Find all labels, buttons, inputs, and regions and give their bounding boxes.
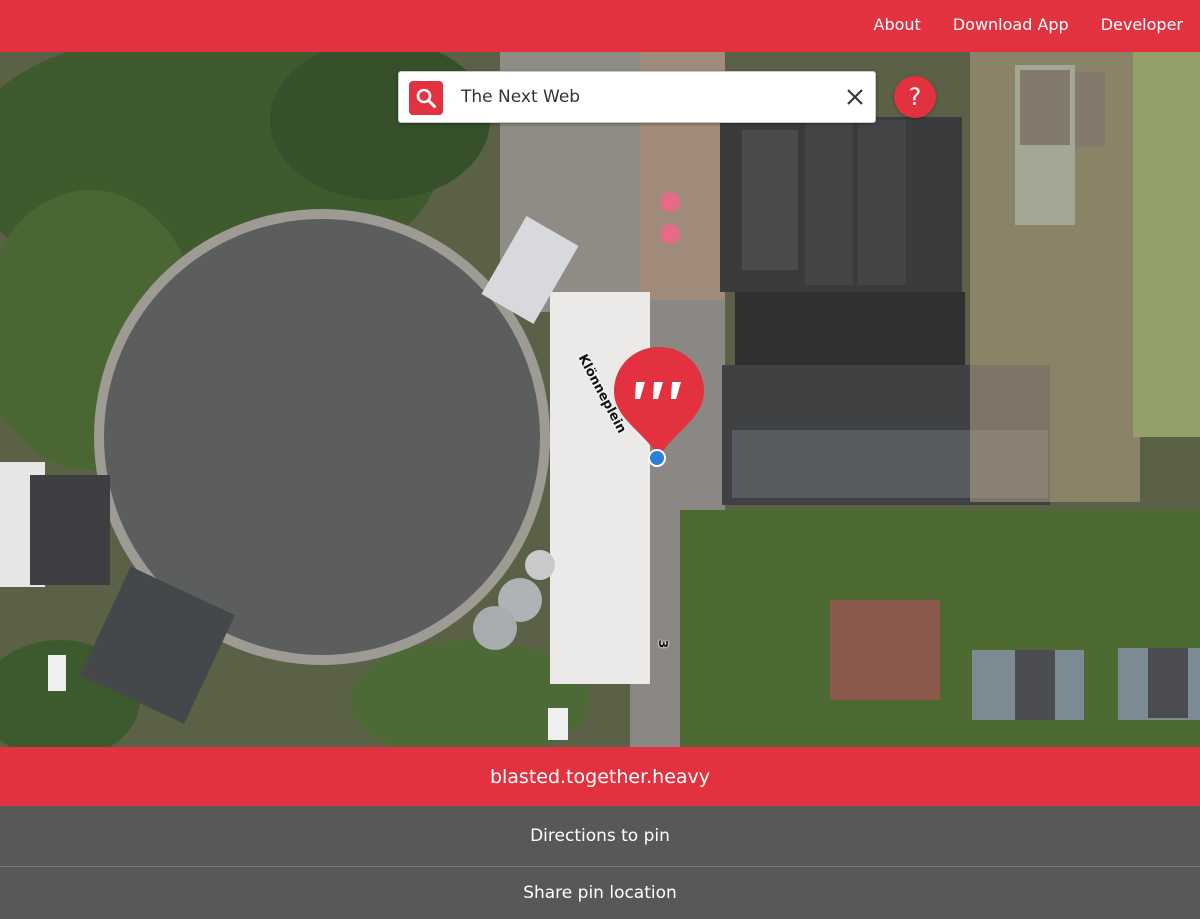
nav-about-link[interactable]: About (874, 15, 921, 34)
search-input[interactable] (461, 83, 831, 111)
search-icon (416, 88, 436, 108)
search-box (398, 71, 876, 123)
help-button[interactable]: ? (894, 76, 936, 118)
close-icon[interactable] (843, 85, 867, 109)
house-number-label: 3 (656, 639, 671, 649)
top-nav: About Download App Developer (874, 0, 1183, 48)
location-dot (648, 449, 666, 467)
nav-developer-link[interactable]: Developer (1101, 15, 1183, 34)
top-bar: About Download App Developer (0, 0, 1200, 52)
map-pin-icon[interactable] (612, 344, 706, 459)
search-button[interactable] (409, 81, 443, 115)
pin-words: blasted.together.heavy (0, 747, 1200, 806)
nav-download-app-link[interactable]: Download App (953, 15, 1069, 34)
directions-button[interactable]: Directions to pin (0, 806, 1200, 865)
satellite-map[interactable]: Klönneplein 3 (0, 52, 1200, 747)
share-location-button[interactable]: Share pin location (0, 866, 1200, 919)
